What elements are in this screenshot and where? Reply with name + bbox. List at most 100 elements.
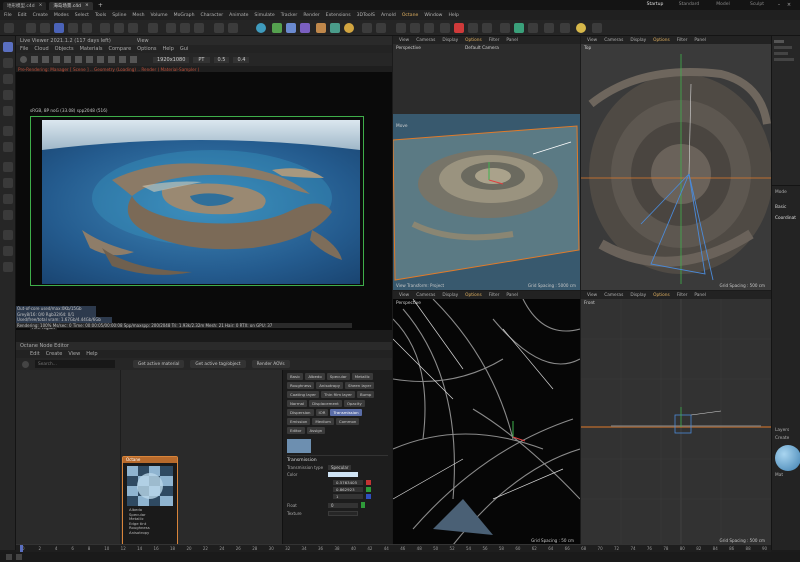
sun-icon[interactable] <box>576 23 586 33</box>
chip-transmission[interactable]: Transmission <box>330 409 362 416</box>
edges-mode-icon[interactable] <box>3 74 13 84</box>
ne-menu-create[interactable]: Create <box>46 351 63 357</box>
object-manager[interactable] <box>772 36 800 186</box>
attributes-mode-label[interactable]: Mode <box>775 190 797 195</box>
tweak-mode-icon[interactable] <box>3 142 13 152</box>
menu-spline[interactable]: Spline <box>112 13 126 18</box>
chip-emission[interactable]: Emission <box>287 418 311 425</box>
save-image-icon[interactable] <box>108 56 115 63</box>
vp2-menu-cameras[interactable]: Cameras <box>604 38 623 43</box>
menu-mograph[interactable]: MoGraph <box>174 13 195 18</box>
menu-tracker[interactable]: Tracker <box>281 13 298 18</box>
menu-modes[interactable]: Modes <box>54 13 69 18</box>
points-mode-icon[interactable] <box>3 58 13 68</box>
vp4-menu-view[interactable]: View <box>587 293 597 298</box>
rotate-icon[interactable] <box>68 23 78 33</box>
vp2-menu-panel[interactable]: Panel <box>694 38 706 43</box>
coordinate-system-icon[interactable] <box>148 23 158 33</box>
snap-icon[interactable] <box>362 23 372 33</box>
ne-menu-help[interactable]: Help <box>86 351 97 357</box>
menu-volume[interactable]: Volume <box>151 13 168 18</box>
ne-menu-view[interactable]: View <box>68 351 80 357</box>
vp3-menu-options[interactable]: Options <box>465 293 482 298</box>
menu-arnold[interactable]: Arnold <box>381 13 396 18</box>
cube-icon[interactable] <box>214 23 224 33</box>
solo-icon[interactable] <box>3 178 13 188</box>
axis-mode-icon[interactable] <box>3 126 13 136</box>
chip-basic[interactable]: Basic <box>287 373 304 380</box>
material-ball-icon[interactable] <box>775 445 800 471</box>
polygons-mode-icon[interactable] <box>3 90 13 100</box>
menu-simulate[interactable]: Simulate <box>254 13 274 18</box>
layout-model[interactable]: Model <box>706 0 740 10</box>
attributes-basic-tab[interactable]: Basic <box>775 205 797 210</box>
vp4-menu-options[interactable]: Options <box>653 293 670 298</box>
pen-icon[interactable] <box>228 23 238 33</box>
lv-menu-help[interactable]: Help <box>162 46 173 52</box>
menu-animate[interactable]: Animate <box>229 13 248 18</box>
layout-startup[interactable]: Startup <box>638 0 672 10</box>
pick-focus-icon[interactable] <box>86 56 93 63</box>
exposure-field[interactable]: 0.5 <box>213 56 230 63</box>
live-viewer-view-tab[interactable]: View <box>137 38 149 44</box>
lock-icon[interactable] <box>75 56 82 63</box>
vp3-menu-display[interactable]: Display <box>442 293 458 298</box>
play-icon[interactable] <box>16 554 22 560</box>
menu-3dtools[interactable]: 3DToolS <box>357 13 375 18</box>
snapping-icon[interactable] <box>3 162 13 172</box>
chip-assign[interactable]: Assign <box>306 427 326 434</box>
attributes-coordinates-tab[interactable]: Coordinat <box>775 216 797 221</box>
menu-octane[interactable]: Octane <box>402 13 419 18</box>
chip-displacement[interactable]: Displacement <box>309 400 342 407</box>
stop-render-icon[interactable] <box>31 56 38 63</box>
document-tab-1[interactable]: 地形模型.c4d × <box>3 1 47 10</box>
axis-lock-icon[interactable] <box>410 23 420 33</box>
vp1-menu-panel[interactable]: Panel <box>506 38 518 43</box>
lv-menu-objects[interactable]: Objects <box>55 46 74 52</box>
chip-coating[interactable]: Coating layer <box>287 391 320 398</box>
render-picture-icon[interactable] <box>180 23 190 33</box>
chip-opacity[interactable]: Opacity <box>343 400 365 407</box>
axis-y-icon[interactable] <box>114 23 124 33</box>
restart-render-icon[interactable] <box>20 56 27 63</box>
vp3-menu-panel[interactable]: Panel <box>506 293 518 298</box>
octane-fog-icon[interactable] <box>560 23 570 33</box>
lock-workplane-icon[interactable] <box>3 262 13 272</box>
close-window-icon[interactable]: × <box>784 2 794 8</box>
chip-specular[interactable]: Specular <box>326 373 350 380</box>
chip-editor[interactable]: Editor <box>287 427 305 434</box>
move-icon[interactable] <box>54 23 64 33</box>
color-b-field[interactable]: 1 <box>333 494 363 499</box>
kernel-select[interactable]: PT <box>193 56 210 63</box>
vp3-menu-filter[interactable]: Filter <box>489 293 500 298</box>
channel-icon[interactable] <box>130 56 137 63</box>
menu-tools[interactable]: Tools <box>95 13 106 18</box>
render-aovs-button[interactable]: Render AOVs <box>251 360 290 368</box>
menu-edit[interactable]: Edit <box>18 13 27 18</box>
mograph-icon[interactable] <box>300 23 310 33</box>
vp3-menu-view[interactable]: View <box>399 293 409 298</box>
lv-menu-gui[interactable]: Gui <box>180 46 188 52</box>
resolution-field[interactable]: 1920x1080 <box>153 56 190 63</box>
menu-character[interactable]: Character <box>200 13 223 18</box>
axis-z-icon[interactable] <box>128 23 138 33</box>
gamma-field[interactable]: 0.4 <box>233 56 250 63</box>
octane-settings-icon[interactable] <box>440 23 450 33</box>
vp2-menu-view[interactable]: View <box>587 38 597 43</box>
get-active-tag-button[interactable]: Get active tag/object <box>190 360 246 368</box>
guide-icon[interactable] <box>3 246 13 256</box>
chip-bump[interactable]: Bump <box>356 391 375 398</box>
region-icon[interactable] <box>64 56 71 63</box>
menu-window[interactable]: Window <box>424 13 442 18</box>
go-to-start-icon[interactable] <box>6 554 12 560</box>
vp1-menu-view[interactable]: View <box>399 38 409 43</box>
camera-icon[interactable] <box>330 23 340 33</box>
vp2-menu-filter[interactable]: Filter <box>677 38 688 43</box>
float-field[interactable]: 0 <box>328 502 358 508</box>
clay-mode-icon[interactable] <box>53 56 60 63</box>
chip-common[interactable]: Common <box>335 418 360 425</box>
port-anisotropy[interactable]: Anisotropy <box>129 530 177 536</box>
uv-mode-icon[interactable] <box>3 106 13 116</box>
render-settings-icon[interactable] <box>194 23 204 33</box>
viewport-perspective[interactable]: View Cameras Display Options Filter Pane… <box>393 36 580 290</box>
